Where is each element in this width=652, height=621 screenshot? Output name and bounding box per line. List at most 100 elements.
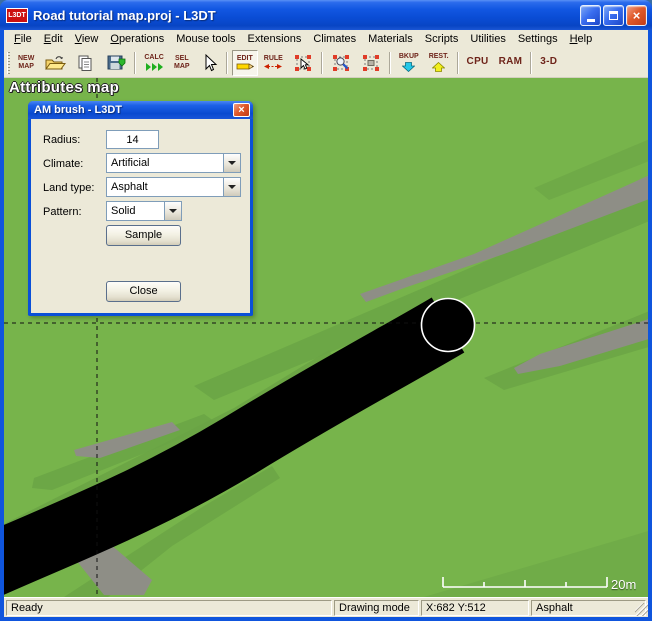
edit-tool-button[interactable]: EDIT (232, 50, 258, 76)
menu-item-extensions[interactable]: Extensions (242, 32, 308, 46)
menu-item-edit[interactable]: Edit (38, 32, 69, 46)
toolbar-separator (530, 52, 532, 74)
cpu-button[interactable]: CPU (463, 50, 493, 76)
select-region-button[interactable] (289, 50, 317, 76)
land-type-dropdown-button[interactable] (223, 178, 240, 196)
radius-label: Radius: (43, 134, 80, 146)
menu-item-mouse-tools[interactable]: Mouse tools (170, 32, 241, 46)
cursor-icon (200, 53, 218, 73)
resize-grip[interactable] (635, 603, 648, 616)
dialog-title: AM brush - L3DT (34, 104, 233, 116)
dialog-close-button[interactable]: × (233, 103, 250, 117)
menu-item-climates[interactable]: Climates (307, 32, 362, 46)
dialog-titlebar[interactable]: AM brush - L3DT × (28, 101, 253, 119)
save-button[interactable] (102, 50, 130, 76)
restore-up-arrow-icon (432, 62, 445, 72)
pencil-icon (236, 63, 254, 70)
sel-map-button[interactable]: SEL MAP (170, 50, 194, 76)
cpu-label: CPU (467, 57, 489, 68)
select-region-icon (293, 53, 313, 73)
toolbar-separator (321, 52, 323, 74)
new-map-label2: MAP (18, 63, 34, 70)
maximize-icon (609, 11, 618, 20)
sample-button[interactable]: Sample (106, 225, 181, 246)
menu-item-settings[interactable]: Settings (512, 32, 564, 46)
open-button[interactable] (40, 50, 70, 76)
map-overlay-title: Attributes map (9, 79, 119, 96)
save-floppy-icon (106, 54, 126, 72)
brush-cursor[interactable] (422, 299, 475, 352)
toolbar: NEW MAP (4, 48, 648, 78)
close-dialog-button[interactable]: Close (106, 281, 181, 302)
pattern-select[interactable]: Solid (106, 201, 182, 221)
sel-map-label2: MAP (174, 63, 190, 70)
pattern-dropdown-button[interactable] (164, 202, 181, 220)
zoom-region-button[interactable] (327, 50, 355, 76)
chevron-down-icon (228, 185, 236, 189)
minimize-icon (587, 19, 595, 22)
close-icon: × (633, 9, 641, 22)
status-bar: Ready Drawing mode X:682 Y:512 Asphalt (4, 597, 648, 617)
rule-tool-button[interactable]: RULE (260, 50, 287, 76)
land-type-label: Land type: (43, 182, 94, 194)
pattern-value: Solid (107, 202, 164, 220)
menu-item-view[interactable]: View (69, 32, 105, 46)
toolbar-separator (457, 52, 459, 74)
backup-button[interactable]: BKUP (395, 50, 423, 76)
menu-item-utilities[interactable]: Utilities (464, 32, 511, 46)
window-titlebar[interactable]: L3DT Road tutorial map.proj - L3DT × (0, 0, 652, 30)
rest-label: REST. (429, 53, 449, 60)
chevron-down-icon (169, 209, 177, 213)
climate-dropdown-button[interactable] (223, 154, 240, 172)
calc-arrows-icon (146, 63, 163, 71)
attributes-map-view[interactable]: Attributes map 20m AM brush - L3DT × Rad… (4, 78, 648, 597)
radius-input[interactable] (106, 130, 159, 149)
edit-label: EDIT (237, 55, 253, 62)
calc-label: CALC (144, 54, 163, 61)
3d-view-button[interactable]: 3-D (536, 50, 561, 76)
rule-arrow-icon (264, 63, 282, 70)
zoom-region-icon (331, 53, 351, 73)
dialog-close-icon: × (238, 104, 244, 116)
menu-item-operations[interactable]: Operations (104, 32, 170, 46)
climate-label: Climate: (43, 158, 83, 170)
land-type-select[interactable]: Asphalt (106, 177, 241, 197)
status-mode: Drawing mode (334, 600, 419, 616)
toolbar-separator (389, 52, 391, 74)
maximize-button[interactable] (603, 5, 624, 26)
new-map-label: NEW (18, 55, 34, 62)
toolbar-grip[interactable] (7, 52, 10, 74)
3d-label: 3-D (540, 57, 557, 68)
rule-label: RULE (264, 55, 283, 62)
app-icon: L3DT (6, 8, 28, 23)
shrink-region-icon (361, 53, 381, 73)
new-map-button[interactable]: NEW MAP (14, 50, 38, 76)
menu-item-help[interactable]: Help (564, 32, 599, 46)
minimize-button[interactable] (580, 5, 601, 26)
copy-pages-icon (76, 54, 96, 72)
am-brush-dialog: AM brush - L3DT × Radius: Climate: Artif… (28, 101, 253, 316)
pointer-tool-button[interactable] (196, 50, 222, 76)
bkup-label: BKUP (399, 53, 419, 60)
calc-button[interactable]: CALC (140, 50, 167, 76)
scale-bar-label: 20m (611, 577, 636, 592)
open-folder-icon (44, 54, 66, 72)
ram-button[interactable]: RAM (495, 50, 527, 76)
status-coordinates: X:682 Y:512 (421, 600, 529, 616)
restore-button[interactable]: REST. (425, 50, 453, 76)
menu-item-scripts[interactable]: Scripts (419, 32, 465, 46)
sel-map-label: SEL (175, 55, 189, 62)
status-ready: Ready (6, 600, 332, 616)
ram-label: RAM (499, 57, 523, 68)
climate-select[interactable]: Artificial (106, 153, 241, 173)
menu-item-file[interactable]: File (8, 32, 38, 46)
pattern-label: Pattern: (43, 206, 82, 218)
window-title: Road tutorial map.proj - L3DT (33, 8, 578, 23)
menu-item-materials[interactable]: Materials (362, 32, 419, 46)
climate-value: Artificial (107, 154, 223, 172)
close-button[interactable]: × (626, 5, 647, 26)
shrink-region-button[interactable] (357, 50, 385, 76)
copy-button[interactable] (72, 50, 100, 76)
status-land-type: Asphalt (531, 600, 646, 616)
menu-bar: FileEditViewOperationsMouse toolsExtensi… (4, 30, 648, 48)
